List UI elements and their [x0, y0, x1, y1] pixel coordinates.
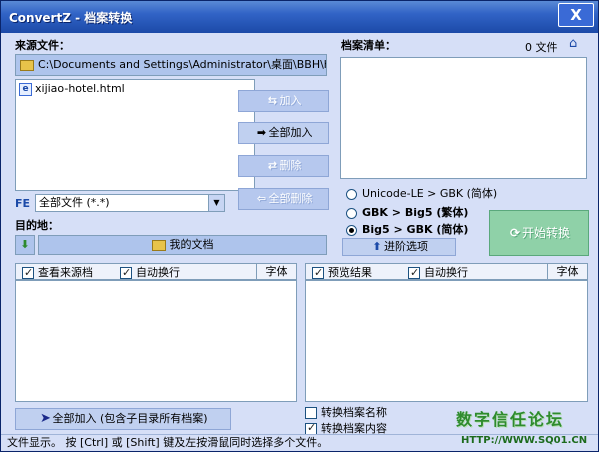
convert-icon: ⟳: [509, 226, 521, 240]
conversion-option-label: GBK > Big5 (繁体): [362, 206, 469, 219]
arrow-down-icon[interactable]: ⬇: [15, 235, 35, 255]
right-preview-area[interactable]: [305, 280, 588, 402]
play-arrow-icon: ➤: [40, 411, 51, 426]
clear-queue-icon[interactable]: ⌂: [569, 36, 587, 52]
convert-names-label: 转换档案名称: [321, 406, 387, 419]
advanced-options-button[interactable]: ⬆ 进阶选项: [342, 238, 456, 256]
folder-icon: [151, 239, 166, 251]
conversion-option-label: Unicode-LE > GBK (简体): [362, 187, 498, 200]
add-icon: ⇆: [267, 94, 278, 107]
remove-icon: ⇄: [267, 159, 278, 172]
filter-prefix: FE: [15, 197, 31, 210]
file-filter-select[interactable]: 全部文件 (*.*) ▼: [35, 194, 225, 212]
left-wrap-checkbox[interactable]: [120, 265, 132, 280]
convertz-window: ConvertZ - 档案转换 X 来源文件： C:\Documents and…: [0, 0, 599, 452]
close-button[interactable]: X: [558, 3, 594, 27]
start-convert-label: 开始转换: [521, 226, 570, 240]
conversion-option-gbk-big5[interactable]: GBK > Big5 (繁体): [346, 204, 468, 220]
remove-all-button-label: 全部删除: [268, 192, 313, 205]
radio-big5-gbk[interactable]: [346, 224, 357, 236]
source-label: 来源文件：: [15, 39, 70, 52]
preview-result-label: 预览结果: [328, 266, 372, 279]
window-title: ConvertZ - 档案转换: [9, 11, 133, 25]
remove-button[interactable]: ⇄ 删除: [238, 155, 329, 177]
queue-label: 档案清单：: [341, 39, 396, 52]
arrow-up-icon: ⬆: [372, 240, 382, 253]
remove-all-button[interactable]: ⇦ 全部删除: [238, 188, 329, 210]
add-all-subdirs-button[interactable]: ➤ 全部加入 (包含子目录所有档案): [15, 408, 231, 430]
file-name: xijiao-hotel.html: [35, 82, 125, 95]
right-preview-header: 预览结果 自动换行 字体: [305, 263, 588, 280]
left-preview-header: 查看来源档 自动换行 字体: [15, 263, 297, 280]
view-source-label: 查看来源档: [38, 266, 93, 279]
left-wrap-label: 自动换行: [136, 266, 180, 279]
html-file-icon: e: [19, 82, 32, 96]
advanced-options-label: 进阶选项: [384, 240, 428, 253]
folder-icon: [20, 59, 34, 71]
add-button[interactable]: ⇆ 加入: [238, 90, 329, 112]
file-filter-value: 全部文件 (*.*): [39, 196, 110, 209]
conversion-option-unicode[interactable]: Unicode-LE > GBK (简体): [346, 185, 497, 201]
add-all-subdirs-label: 全部加入 (包含子目录所有档案): [52, 412, 208, 425]
left-preview-area[interactable]: [15, 280, 297, 402]
add-all-button-label: 全部加入: [268, 126, 313, 139]
status-text: 文件显示。 按 [Ctrl] 或 [Shift] 键及左按滑鼠同时选择多个文件。: [7, 436, 329, 449]
view-source-toggle[interactable]: 查看来源档: [22, 265, 93, 280]
view-source-checkbox[interactable]: [22, 265, 34, 280]
arrow-left-icon: ⇦: [256, 192, 267, 205]
remove-button-label: 删除: [279, 159, 302, 172]
source-file-list[interactable]: e xijiao-hotel.html: [15, 79, 255, 191]
preview-result-checkbox[interactable]: [312, 265, 324, 280]
add-all-button[interactable]: ➡ 全部加入: [238, 122, 329, 144]
conversion-option-label: Big5 > GBK (简体): [362, 223, 469, 236]
queue-list[interactable]: [340, 57, 587, 179]
arrow-right-icon: ➡: [256, 126, 267, 139]
destination-path: 我的文档: [169, 238, 214, 251]
watermark-text: 数字信任论坛: [456, 410, 565, 429]
convert-names-checkbox[interactable]: [305, 407, 317, 419]
radio-gbk-big5[interactable]: [346, 207, 357, 219]
left-font-button[interactable]: 字体: [256, 264, 296, 279]
right-wrap-label: 自动换行: [424, 266, 468, 279]
right-wrap-checkbox[interactable]: [408, 265, 420, 280]
preview-result-toggle[interactable]: 预览结果: [312, 265, 372, 280]
radio-unicode[interactable]: [346, 188, 357, 200]
destination-path-bar[interactable]: 我的文档: [38, 235, 327, 255]
start-convert-button[interactable]: ⟳ 开始转换: [489, 210, 589, 256]
chevron-down-icon[interactable]: ▼: [208, 195, 224, 211]
right-wrap-toggle[interactable]: 自动换行: [408, 265, 468, 280]
list-item[interactable]: e xijiao-hotel.html: [16, 80, 254, 98]
title-bar[interactable]: ConvertZ - 档案转换 X: [1, 1, 598, 33]
convert-names-option[interactable]: 转换档案名称: [305, 404, 387, 420]
watermark-url: HTTP://WWW.SQ01.CN: [461, 435, 588, 446]
conversion-option-big5-gbk[interactable]: Big5 > GBK (简体): [346, 221, 468, 237]
right-font-button[interactable]: 字体: [547, 264, 587, 279]
add-button-label: 加入: [279, 94, 302, 107]
queue-count: 0 文件: [525, 41, 558, 54]
source-path-bar[interactable]: C:\Documents and Settings\Administrator\…: [15, 54, 327, 76]
source-path: C:\Documents and Settings\Administrator\…: [38, 58, 327, 71]
left-wrap-toggle[interactable]: 自动换行: [120, 265, 180, 280]
destination-label: 目的地：: [15, 219, 59, 232]
